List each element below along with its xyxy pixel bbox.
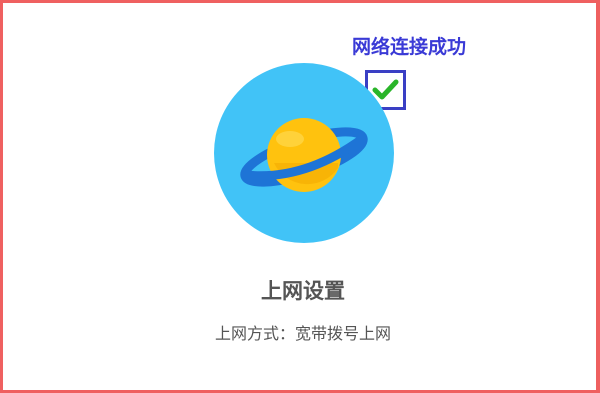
wizard-panel: 网络连接成功 上网设置 上网方式：宽带拨号上网 — [0, 0, 600, 393]
connection-mode-text: 上网方式：宽带拨号上网 — [214, 324, 391, 343]
internet-settings-icon[interactable] — [214, 63, 394, 243]
planet-icon — [240, 118, 368, 192]
section-title: 上网设置 — [261, 279, 345, 303]
connection-status-label: 网络连接成功 — [352, 36, 467, 58]
